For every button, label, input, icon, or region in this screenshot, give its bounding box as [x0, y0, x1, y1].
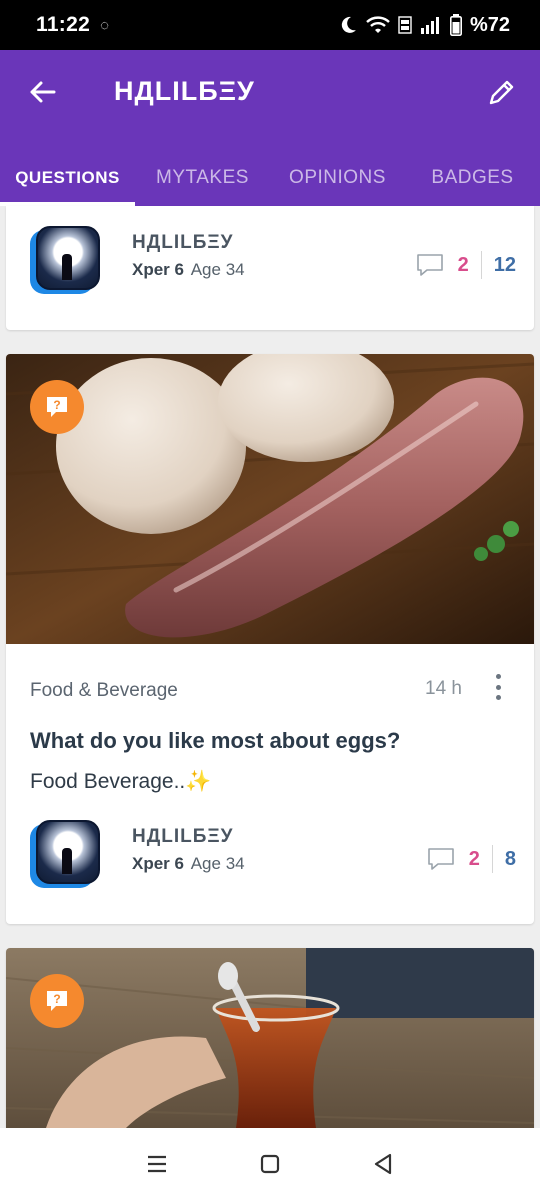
more-options-button[interactable]: [488, 672, 508, 702]
pencil-icon: [489, 80, 514, 105]
stats-divider: [480, 251, 482, 279]
avatar[interactable]: [30, 820, 100, 890]
tab-label: BADGES: [431, 167, 514, 188]
sausage-eggs-photo: [6, 354, 534, 644]
question-bubble-icon: ?: [47, 991, 67, 1011]
question-card[interactable]: ? Food & Beverage 14 h What do you like …: [6, 354, 534, 924]
author-meta: Xper 6 Age 34: [132, 854, 245, 874]
avatar-figure: [62, 848, 72, 874]
sync-icon: ◌: [100, 16, 109, 34]
status-icons: %72: [338, 14, 510, 37]
tab-label: QUESTIONS: [15, 168, 120, 187]
wifi-icon: [366, 16, 390, 33]
tab-opinions[interactable]: OPINIONS: [270, 150, 405, 206]
recent-apps-button[interactable]: [137, 1144, 177, 1184]
question-card[interactable]: ?: [6, 948, 534, 1128]
post-time: 14 h: [425, 678, 462, 699]
dot: [495, 684, 501, 690]
svg-text:?: ?: [53, 398, 60, 412]
system-nav-bar: [0, 1128, 540, 1200]
xper-level: Xper 6: [132, 854, 184, 873]
tea-glass-photo: [6, 948, 534, 1128]
tab-label: MYTAKES: [156, 167, 249, 188]
system-back-button[interactable]: [363, 1144, 403, 1184]
post-stats: 2 12: [416, 250, 516, 280]
post-image[interactable]: ?: [6, 948, 534, 1128]
square-icon: [260, 1154, 280, 1174]
tab-mytakes[interactable]: MYTAKES: [135, 150, 270, 206]
opinions-count[interactable]: 2: [458, 254, 469, 277]
back-button[interactable]: [24, 74, 60, 110]
dot: [495, 674, 501, 679]
author-age: Age 34: [190, 260, 245, 279]
question-card[interactable]: НДLІLБΞУ Xper 6 Age 34 2 12: [6, 206, 534, 330]
status-time: 11:22: [36, 13, 91, 36]
tab-bar: QUESTIONS MYTAKES OPINIONS BADGES: [0, 150, 540, 206]
tab-questions[interactable]: QUESTIONS: [0, 150, 135, 206]
author-row: НДLІLБΞУ Xper 6 Age 34 2 12: [6, 226, 534, 306]
stats-divider: [491, 845, 493, 873]
author-name[interactable]: НДLІLБΞУ: [132, 232, 233, 254]
post-image[interactable]: ?: [6, 354, 534, 644]
status-bar: 11:22 ◌ %72: [0, 0, 540, 50]
question-badge: ?: [30, 974, 84, 1028]
moon-icon: [341, 16, 356, 33]
battery-percent: %72: [469, 13, 510, 36]
dot: [495, 695, 501, 700]
question-badge: ?: [30, 380, 84, 434]
home-button[interactable]: [250, 1144, 290, 1184]
app-bar: НДLІLБΞУ QUESTIONS MYTAKES OPINIONS BADG…: [0, 50, 540, 206]
post-category[interactable]: Food & Beverage: [30, 680, 178, 702]
tab-label: OPINIONS: [289, 167, 386, 188]
views-count: 12: [493, 253, 516, 276]
arrow-left-icon: [30, 81, 56, 103]
views-count: 8: [504, 847, 516, 870]
opinions-count[interactable]: 2: [469, 848, 480, 871]
signal-icon: [420, 17, 439, 34]
question-body: Food Beverage..✨: [30, 770, 212, 793]
avatar[interactable]: [30, 226, 100, 296]
question-title[interactable]: What do you like most about eggs?: [30, 728, 400, 754]
avatar-image: [36, 226, 100, 290]
author-name[interactable]: НДLІLБΞУ: [132, 826, 233, 848]
menu-lines-icon: [147, 1155, 166, 1173]
author-row: НДLІLБΞУ Xper 6 Age 34 2 8: [6, 820, 534, 900]
xper-level: Xper 6: [132, 260, 184, 279]
avatar-figure: [62, 254, 72, 280]
battery-icon: [449, 14, 462, 36]
author-age: Age 34: [190, 854, 245, 873]
volte-icon: [398, 16, 412, 34]
author-meta: Xper 6 Age 34: [132, 260, 245, 280]
post-stats: 2 8: [427, 844, 516, 874]
question-bubble-icon: ?: [47, 397, 67, 417]
svg-text:?: ?: [53, 992, 60, 1006]
comment-icon: [416, 254, 443, 276]
comment-icon: [427, 848, 454, 870]
triangle-back-icon: [375, 1153, 392, 1175]
page-title: НДLІLБΞУ: [114, 76, 255, 106]
edit-button[interactable]: [484, 74, 520, 110]
avatar-image: [36, 820, 100, 884]
tab-badges[interactable]: BADGES: [405, 150, 540, 206]
